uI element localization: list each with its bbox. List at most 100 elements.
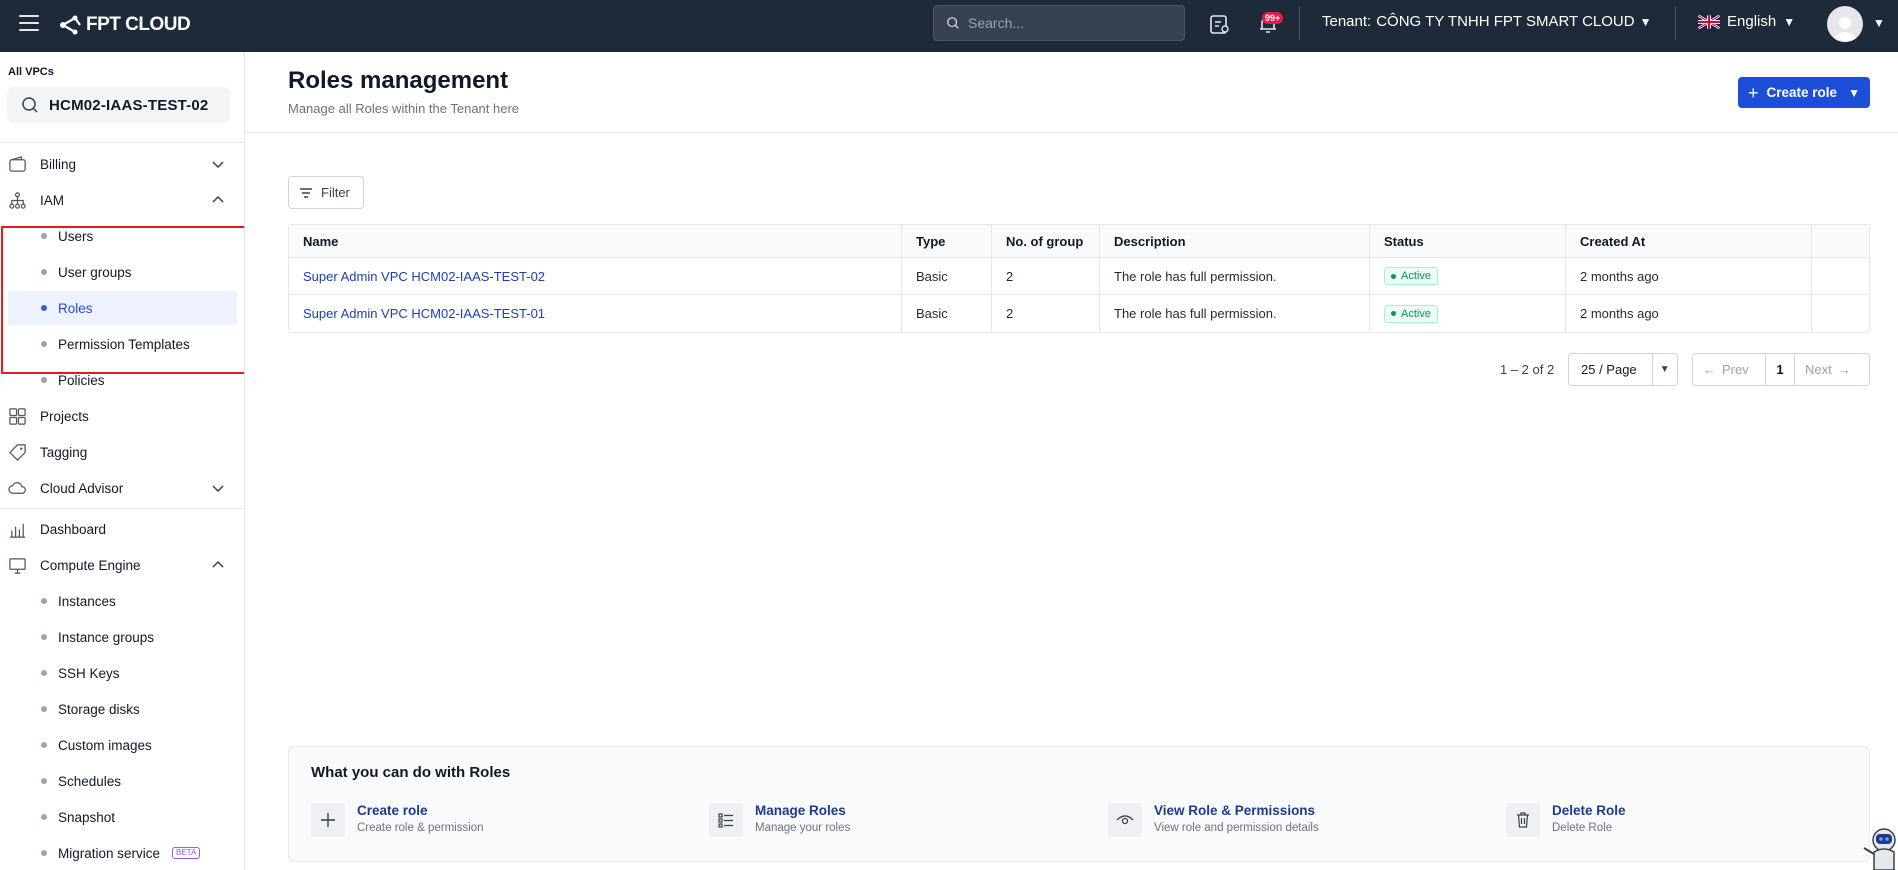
role-description-cell: The role has full permission. (1100, 295, 1370, 332)
sidebar-item-tagging[interactable]: Tagging (0, 435, 244, 469)
column-header-groups[interactable]: No. of group (992, 225, 1100, 258)
bullet-dot (41, 706, 47, 712)
table-row[interactable]: Super Admin VPC HCM02-IAAS-TEST-02 Basic… (289, 258, 1869, 295)
status-dot (1391, 273, 1396, 279)
sidebar-item-snapshot[interactable]: Snapshot (0, 800, 244, 834)
column-header-status[interactable]: Status (1370, 225, 1566, 258)
help-view-role[interactable]: View Role & Permissions View role and per… (1108, 803, 1319, 843)
current-page-button[interactable]: 1 (1765, 354, 1795, 385)
help-item-title[interactable]: Manage Roles (755, 803, 850, 818)
prev-page-button[interactable]: ← Prev (1693, 362, 1765, 377)
sidebar-item-instance-groups[interactable]: Instance groups (0, 620, 244, 654)
role-created-cell: 2 months ago (1566, 258, 1812, 295)
sidebar-item-label: Cloud Advisor (40, 480, 124, 496)
bullet-dot (41, 778, 47, 784)
sidebar-item-label: Migration service (58, 845, 161, 861)
sidebar-item-iam[interactable]: IAM (0, 183, 244, 217)
sidebar-item-billing[interactable]: Billing (0, 147, 244, 181)
sidebar-item-user-groups[interactable]: User groups (0, 255, 244, 289)
sidebar-item-label: Compute Engine (40, 557, 141, 573)
avatar-caret-down-icon[interactable]: ▼ (1873, 16, 1885, 30)
sidebar-divider (0, 142, 244, 143)
menu-icon[interactable] (19, 15, 39, 31)
next-page-button[interactable]: Next → (1795, 362, 1869, 377)
table-header-row: Name Type No. of group Description Statu… (289, 225, 1869, 258)
role-name-cell[interactable]: Super Admin VPC HCM02-IAAS-TEST-02 (289, 258, 902, 295)
role-description-cell: The role has full permission. (1100, 258, 1370, 295)
sidebar-item-instances[interactable]: Instances (0, 584, 244, 618)
sidebar-item-custom-images[interactable]: Custom images (0, 728, 244, 762)
search-icon (947, 17, 959, 29)
logo-text: FPT CLOUD (86, 14, 191, 35)
chevron-down-icon (212, 485, 224, 493)
monitor-icon (9, 557, 26, 574)
help-create-role[interactable]: Create role Create role & permission (311, 803, 484, 843)
sidebar-item-permission-templates[interactable]: Permission Templates (0, 327, 244, 361)
clipboard-icon[interactable] (1207, 12, 1231, 36)
help-item-title[interactable]: View Role & Permissions (1154, 803, 1319, 818)
sidebar-item-label: Dashboard (40, 521, 107, 537)
sidebar-item-cloud-advisor[interactable]: Cloud Advisor (0, 471, 244, 505)
role-type-cell: Basic (902, 258, 992, 295)
role-name-link[interactable]: Super Admin VPC HCM02-IAAS-TEST-02 (303, 269, 545, 284)
wallet-icon (9, 155, 26, 172)
create-role-button[interactable]: + Create role ▼ (1738, 77, 1870, 108)
tenant-label: Tenant: (1322, 13, 1372, 30)
role-name-link[interactable]: Super Admin VPC HCM02-IAAS-TEST-01 (303, 306, 545, 321)
role-type-cell: Basic (902, 295, 992, 332)
tag-icon (9, 443, 26, 461)
help-manage-roles[interactable]: Manage Roles Manage your roles (709, 803, 850, 843)
page-size-select[interactable]: 25 / Page ▼ (1568, 353, 1678, 386)
cloud-icon (8, 481, 26, 494)
role-name-cell[interactable]: Super Admin VPC HCM02-IAAS-TEST-01 (289, 295, 902, 332)
tenant-selector[interactable]: Tenant: CÔNG TY TNHH FPT SMART CLOUD ▼ (1322, 13, 1652, 30)
chatbot-icon[interactable] (1860, 822, 1898, 870)
sidebar-item-label: Tagging (40, 444, 88, 460)
sidebar-item-compute-engine[interactable]: Compute Engine (0, 548, 244, 582)
column-header-created-at[interactable]: Created At (1566, 225, 1812, 258)
language-label: English (1727, 13, 1777, 30)
fpt-cloud-logo[interactable]: FPT CLOUD (58, 12, 191, 38)
sidebar-item-label: Roles (58, 300, 93, 316)
sidebar-item-ssh-keys[interactable]: SSH Keys (0, 656, 244, 690)
column-header-description[interactable]: Description (1100, 225, 1370, 258)
role-status-cell: Active (1370, 295, 1566, 332)
sidebar-item-label: Billing (40, 156, 77, 172)
page-subtitle: Manage all Roles within the Tenant here (288, 101, 520, 116)
chevron-down-icon (212, 161, 224, 169)
sidebar-item-policies[interactable]: Policies (0, 363, 244, 397)
column-header-type[interactable]: Type (902, 225, 992, 258)
help-item-title[interactable]: Create role (357, 803, 484, 818)
roles-table: Name Type No. of group Description Statu… (288, 224, 1870, 333)
user-avatar[interactable] (1827, 6, 1863, 42)
caret-down-icon[interactable]: ▼ (1651, 354, 1677, 385)
help-item-title[interactable]: Delete Role (1552, 803, 1626, 818)
chevron-up-icon (212, 195, 224, 203)
column-header-name[interactable]: Name (289, 225, 902, 258)
sidebar-item-label: SSH Keys (58, 665, 120, 681)
header-divider (245, 132, 1898, 133)
sidebar-item-projects[interactable]: Projects (0, 399, 244, 433)
role-groups-cell: 2 (992, 258, 1100, 295)
sidebar-item-roles[interactable]: Roles (8, 291, 237, 325)
sidebar-item-dashboard[interactable]: Dashboard (0, 512, 244, 546)
table-row[interactable]: Super Admin VPC HCM02-IAAS-TEST-01 Basic… (289, 295, 1869, 332)
notification-badge: 99+ (1262, 12, 1284, 24)
sidebar-item-storage-disks[interactable]: Storage disks (0, 692, 244, 726)
language-selector[interactable]: English ▼ (1698, 13, 1795, 30)
bullet-dot (41, 670, 47, 676)
vpc-selector[interactable]: HCM02-IAAS-TEST-02 (7, 87, 230, 123)
sidebar-item-users[interactable]: Users (0, 219, 244, 253)
sidebar-item-schedules[interactable]: Schedules (0, 764, 244, 798)
sidebar-item-label: User groups (58, 264, 132, 280)
status-text: Active (1401, 270, 1431, 283)
sidebar-item-label: Schedules (58, 773, 122, 789)
filter-label: Filter (321, 185, 350, 200)
search-input[interactable] (968, 15, 1168, 31)
prev-label: Prev (1722, 362, 1749, 377)
help-title: What you can do with Roles (311, 764, 511, 781)
filter-button[interactable]: Filter (288, 176, 364, 209)
global-search[interactable] (933, 5, 1185, 41)
sidebar-item-migration-service[interactable]: Migration service BETA (0, 836, 244, 870)
help-delete-role[interactable]: Delete Role Delete Role (1506, 803, 1626, 843)
